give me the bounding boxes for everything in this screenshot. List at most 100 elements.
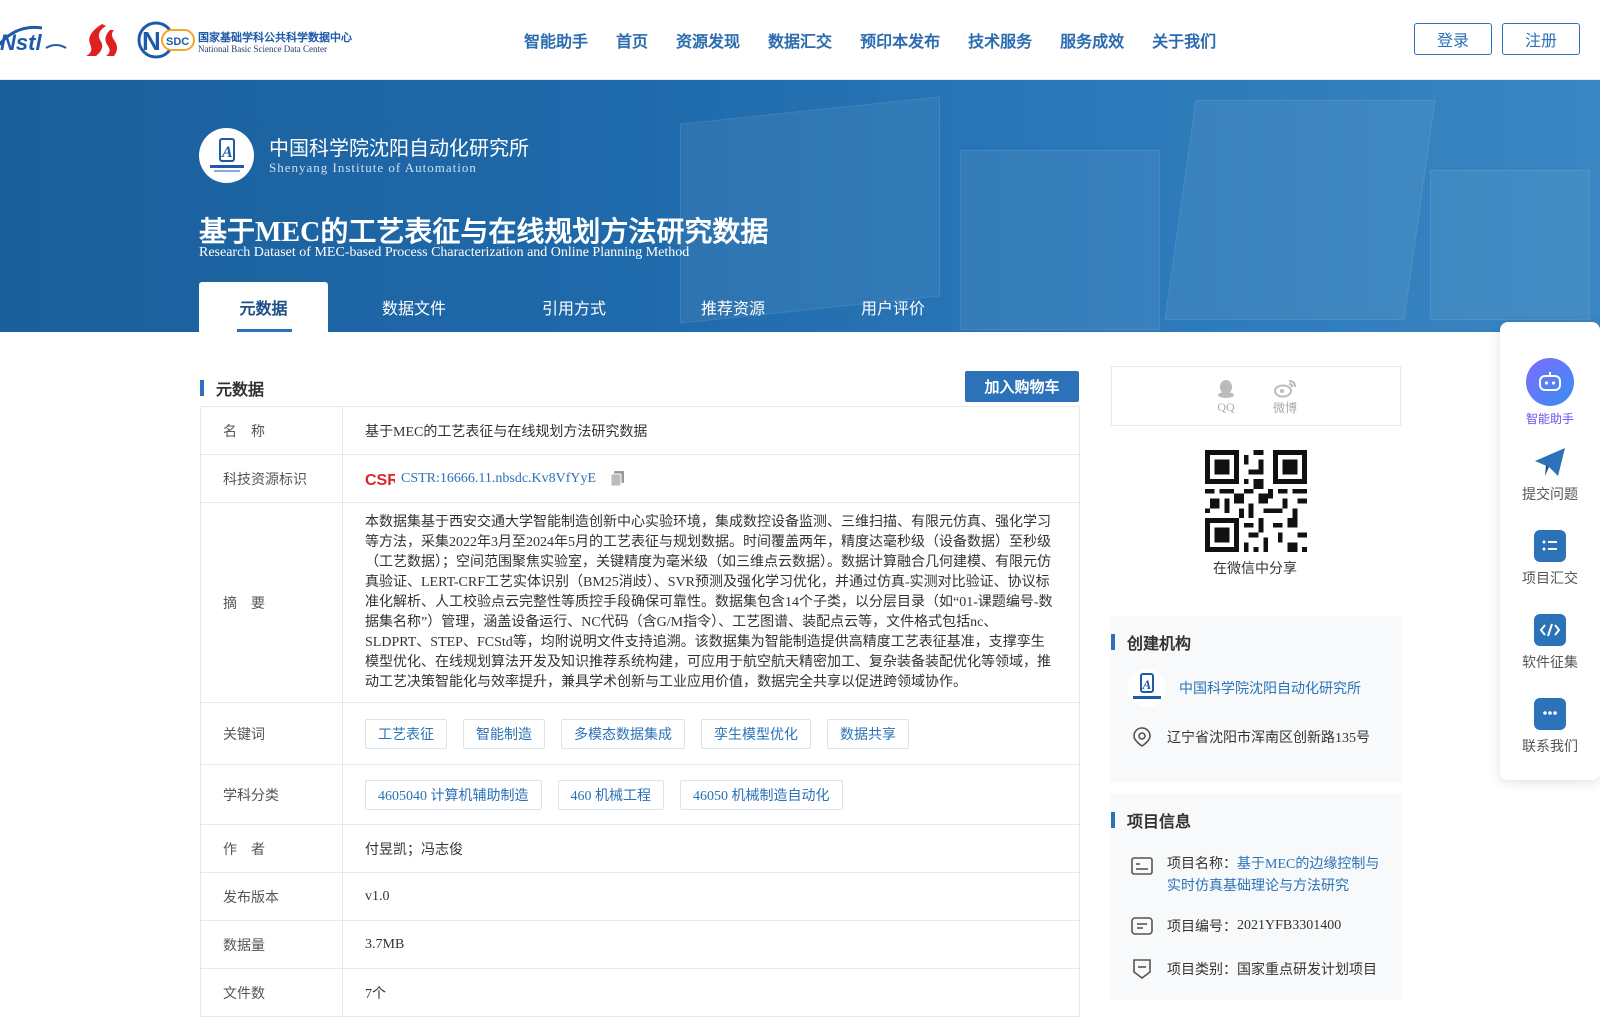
row-value-size: 3.7MB (365, 936, 405, 952)
share-qq-label: QQ (1217, 399, 1235, 414)
creator-institution-row[interactable]: A 中国科学院沈阳自动化研究所 (1127, 668, 1361, 708)
nsdc-logo[interactable]: N SDC 国家基础学科公共科学数据中心 National Basic Scie… (134, 20, 352, 60)
project-section-title: 项目信息 (1127, 814, 1192, 831)
keyword-tag[interactable]: 数据共享 (827, 718, 909, 749)
wechat-share-caption: 在微信中分享 (1213, 562, 1297, 577)
table-row: 文件数 7个 (200, 969, 1080, 1017)
table-row: 名 称 基于MEC的工艺表征与在线规划方法研究数据 (200, 407, 1080, 455)
form-icon (1131, 857, 1153, 875)
copy-icon[interactable] (610, 470, 626, 488)
row-value-abstract: 本数据集基于西安交通大学智能制造创新中心实验环境，集成数控设备监测、三维扫描、有… (365, 514, 1053, 690)
metadata-table: 名 称 基于MEC的工艺表征与在线规划方法研究数据 科技资源标识 CSR CST… (200, 406, 1080, 1017)
svg-text:SDC: SDC (166, 36, 189, 48)
keyword-tag[interactable]: 孪生模型优化 (701, 718, 811, 749)
tab-data-files[interactable]: 数据文件 (328, 282, 500, 332)
nav-discover[interactable]: 资源发现 (662, 28, 754, 52)
qq-icon (1217, 379, 1234, 398)
float-project-submit-label: 项目汇交 (1522, 572, 1578, 587)
project-name-row: 项目名称：基于MEC的边缘控制与实时仿真基础理论与方法研究 (1131, 854, 1385, 898)
row-label: 学科分类 (201, 765, 343, 824)
project-code-value: 2021YFB3301400 (1237, 918, 1342, 933)
svg-text:A: A (221, 144, 233, 161)
nsdc-logo-en: National Basic Science Data Center (198, 44, 327, 54)
nav-tech-service[interactable]: 技术服务 (954, 28, 1046, 52)
floating-side-panel: 智能助手 提交问题 项目汇交 软件征集 联系我们 (1500, 322, 1600, 780)
chat-bubble-icon (1534, 698, 1566, 730)
project-code-row: 项目编号： 2021YFB3301400 (1131, 916, 1341, 936)
row-value-name: 基于MEC的工艺表征与在线规划方法研究数据 (365, 424, 648, 440)
nsdc-mark-icon: N SDC (137, 21, 195, 59)
share-qq-button[interactable]: QQ (1215, 378, 1237, 415)
table-row: 科技资源标识 CSR CSTR:16666.11.nbsdc.Kv8VfYyE (200, 455, 1080, 503)
svg-text:Nstl: Nstl (0, 30, 42, 55)
nav-home[interactable]: 首页 (602, 28, 662, 52)
wechat-qr-code (1205, 450, 1307, 552)
project-type-label: 项目类别： (1167, 963, 1237, 978)
nav-submit[interactable]: 数据汇交 (754, 28, 846, 52)
cstr-logo-icon: CSR (365, 472, 395, 488)
creator-institution-link[interactable]: 中国科学院沈阳自动化研究所 (1179, 678, 1361, 698)
sia-logo-icon: A (209, 137, 244, 172)
float-submit-question-button[interactable]: 提交问题 (1500, 446, 1600, 504)
code-icon (1534, 614, 1566, 646)
section-bar (1111, 634, 1115, 650)
float-contact-label: 联系我们 (1522, 740, 1578, 755)
subject-tag[interactable]: 46050 机械制造自动化 (680, 779, 843, 810)
table-row: 摘 要 本数据集基于西安交通大学智能制造创新中心实验环境，集成数控设备监测、三维… (200, 503, 1080, 703)
project-section-header: 项目信息 (1111, 808, 1191, 832)
weibo-icon (1273, 379, 1296, 397)
creator-section-header: 创建机构 (1111, 630, 1191, 654)
row-label: 科技资源标识 (201, 455, 343, 502)
banner-decoration (1430, 170, 1590, 320)
list-folder-icon (1534, 530, 1566, 562)
location-pin-icon (1133, 727, 1151, 747)
partner-logo[interactable] (80, 22, 120, 58)
dataset-title: 基于MEC的工艺表征与在线规划方法研究数据 (199, 217, 769, 248)
project-code-label: 项目编号： (1167, 920, 1237, 935)
project-type-row: 项目类别： 国家重点研发计划项目 (1131, 958, 1377, 980)
keyword-tag[interactable]: 智能制造 (463, 718, 545, 749)
tab-citation[interactable]: 引用方式 (500, 282, 648, 332)
tab-reviews[interactable]: 用户评价 (818, 282, 968, 332)
subject-tag[interactable]: 460 机械工程 (557, 779, 664, 810)
svg-text:N: N (142, 26, 161, 56)
shield-check-icon (1133, 959, 1151, 979)
tab-recommended[interactable]: 推荐资源 (648, 282, 818, 332)
nstl-logo[interactable]: Nstl (0, 18, 68, 58)
float-software-button[interactable]: 软件征集 (1500, 614, 1600, 672)
project-type-value: 国家重点研发计划项目 (1237, 963, 1377, 978)
float-contact-button[interactable]: 联系我们 (1500, 698, 1600, 756)
row-value-files: 7个 (365, 986, 386, 1002)
float-software-label: 软件征集 (1522, 656, 1578, 671)
main-nav: 智能助手 首页 资源发现 数据汇交 预印本发布 技术服务 服务成效 关于我们 (510, 0, 1230, 80)
row-label: 作 者 (201, 825, 343, 872)
login-button[interactable]: 登录 (1414, 23, 1492, 55)
nav-assistant[interactable]: 智能助手 (510, 28, 602, 52)
add-to-cart-button[interactable]: 加入购物车 (965, 371, 1079, 402)
institution-logo[interactable]: A (199, 128, 254, 183)
keyword-tag[interactable]: 工艺表征 (365, 718, 447, 749)
nav-about[interactable]: 关于我们 (1138, 28, 1230, 52)
nav-preprint[interactable]: 预印本发布 (846, 28, 954, 52)
row-value-id: CSR CSTR:16666.11.nbsdc.Kv8VfYyE (343, 455, 1079, 502)
register-button[interactable]: 注册 (1502, 23, 1580, 55)
cstr-link[interactable]: CSR CSTR:16666.11.nbsdc.Kv8VfYyE (365, 470, 596, 488)
row-label: 数据量 (201, 921, 343, 968)
subject-tag[interactable]: 4605040 计算机辅助制造 (365, 779, 542, 810)
row-label: 文件数 (201, 969, 343, 1016)
row-label: 发布版本 (201, 873, 343, 920)
row-value-author: 付昱凯；冯志俊 (365, 842, 463, 858)
metadata-section-header: 元数据 (200, 376, 264, 400)
share-weibo-label: 微博 (1272, 400, 1297, 415)
nav-results[interactable]: 服务成效 (1046, 28, 1138, 52)
share-weibo-button[interactable]: 微博 (1273, 377, 1297, 416)
row-label: 关键词 (201, 703, 343, 764)
institution-name-cn[interactable]: 中国科学院沈阳自动化研究所 (269, 132, 529, 161)
dataset-tabs: 元数据 数据文件 引用方式 推荐资源 用户评价 (199, 282, 968, 332)
project-card: 项目信息 项目名称：基于MEC的边缘控制与实时仿真基础理论与方法研究 项目编号：… (1111, 794, 1401, 1000)
float-project-submit-button[interactable]: 项目汇交 (1500, 530, 1600, 588)
project-name-label: 项目名称： (1167, 857, 1237, 872)
tab-metadata[interactable]: 元数据 (199, 282, 328, 332)
float-assistant-button[interactable]: 智能助手 (1500, 358, 1600, 427)
keyword-tag[interactable]: 多模态数据集成 (561, 718, 685, 749)
